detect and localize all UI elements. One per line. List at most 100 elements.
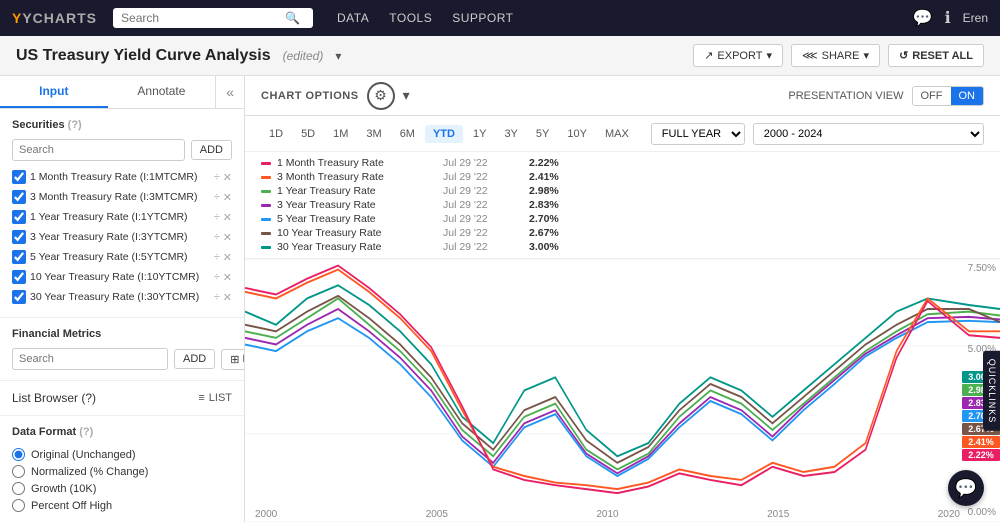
data-format-label-3: Percent Off High (31, 500, 112, 512)
title-dropdown-icon[interactable]: ▾ (335, 49, 341, 63)
security-divide-icon-2[interactable]: ÷ (214, 211, 220, 224)
nav-data[interactable]: DATA (337, 11, 369, 25)
security-remove-icon-0[interactable]: ✕ (223, 171, 232, 184)
security-divide-icon-3[interactable]: ÷ (214, 231, 220, 244)
security-item: 5 Year Treasury Rate (I:5YTCMR) ÷ ✕ (12, 247, 232, 267)
security-actions-5: ÷ ✕ (214, 271, 232, 284)
data-format-radio-2[interactable] (12, 482, 25, 495)
security-divide-icon-1[interactable]: ÷ (214, 191, 220, 204)
security-checkbox-1[interactable] (12, 190, 26, 204)
security-divide-icon-6[interactable]: ÷ (214, 291, 220, 304)
legend-date-5: Jul 29 '22 (443, 227, 523, 239)
top-nav: YYCHARTS 🔍 DATA TOOLS SUPPORT 💬 ℹ Eren (0, 0, 1000, 36)
legend-date-3: Jul 29 '22 (443, 199, 523, 211)
data-format-item-3[interactable]: Percent Off High (12, 497, 232, 514)
data-format-label-0: Original (Unchanged) (31, 449, 136, 461)
period-button-1y[interactable]: 1Y (465, 125, 494, 143)
full-year-select[interactable]: FULL YEAR (651, 123, 745, 145)
export-button[interactable]: ↗ EXPORT ▾ (693, 44, 783, 67)
chart-options-dropdown-icon[interactable]: ▾ (403, 87, 410, 104)
period-button-1d[interactable]: 1D (261, 125, 291, 143)
data-format-item-0[interactable]: Original (Unchanged) (12, 446, 232, 463)
securities-search-input[interactable] (12, 139, 185, 161)
data-format-help-icon[interactable]: (?) (79, 426, 93, 438)
chat-button[interactable]: 💬 (948, 470, 984, 506)
securities-search-row: ADD (12, 139, 232, 161)
security-checkbox-6[interactable] (12, 290, 26, 304)
legend-label-2: 1 Year Treasury Rate (277, 185, 437, 197)
security-remove-icon-1[interactable]: ✕ (223, 191, 232, 204)
legend-label-4: 5 Year Treasury Rate (277, 213, 437, 225)
period-button-1m[interactable]: 1M (325, 125, 356, 143)
legend-label-0: 1 Month Treasury Rate (277, 157, 437, 169)
reset-all-button[interactable]: ↺ RESET ALL (888, 44, 984, 67)
security-item: 3 Month Treasury Rate (I:3MTCMR) ÷ ✕ (12, 187, 232, 207)
security-divide-icon-4[interactable]: ÷ (214, 251, 220, 264)
toggle-off[interactable]: OFF (913, 87, 951, 105)
presentation-toggle[interactable]: OFF ON (912, 86, 985, 106)
security-divide-icon-5[interactable]: ÷ (214, 271, 220, 284)
data-format-radio-3[interactable] (12, 499, 25, 512)
period-button-max[interactable]: MAX (597, 125, 637, 143)
period-button-3m[interactable]: 3M (358, 125, 389, 143)
chart-area: 7.50% 5.00% 2.50% 0.00% 2000 2005 2010 2… (245, 259, 1000, 522)
message-icon[interactable]: 💬 (913, 8, 933, 28)
user-menu[interactable]: Eren (963, 11, 988, 25)
year-range-select[interactable]: 2000 - 2024 (753, 123, 984, 145)
share-button[interactable]: ⋘ SHARE ▾ (791, 44, 880, 67)
legend-list: 1 Month Treasury Rate Jul 29 '22 2.22% 3… (261, 156, 984, 254)
period-button-10y[interactable]: 10Y (559, 125, 595, 143)
security-checkbox-5[interactable] (12, 270, 26, 284)
share-icon: ⋘ (802, 49, 818, 62)
data-format-item-2[interactable]: Growth (10K) (12, 480, 232, 497)
security-remove-icon-3[interactable]: ✕ (223, 231, 232, 244)
search-input[interactable] (121, 11, 281, 25)
security-checkbox-2[interactable] (12, 210, 26, 224)
security-remove-icon-6[interactable]: ✕ (223, 291, 232, 304)
period-button-ytd[interactable]: YTD (425, 125, 463, 143)
nav-support[interactable]: SUPPORT (452, 11, 513, 25)
financial-search-input[interactable] (12, 348, 168, 370)
toggle-on[interactable]: ON (951, 87, 984, 105)
security-actions-4: ÷ ✕ (214, 251, 232, 264)
quicklinks-sidebar[interactable]: QUICKLINKS (983, 350, 1000, 431)
share-chevron-icon: ▾ (864, 49, 870, 62)
info-icon[interactable]: ℹ (945, 8, 951, 28)
search-bar[interactable]: 🔍 (113, 8, 313, 28)
period-button-5d[interactable]: 5D (293, 125, 323, 143)
security-remove-icon-5[interactable]: ✕ (223, 271, 232, 284)
securities-help-icon[interactable]: (?) (68, 119, 82, 131)
legend-item-2: 1 Year Treasury Rate Jul 29 '22 2.98% (261, 184, 984, 198)
tab-annotate[interactable]: Annotate (108, 76, 216, 108)
period-button-3y[interactable]: 3Y (496, 125, 525, 143)
security-actions-6: ÷ ✕ (214, 291, 232, 304)
nav-tools[interactable]: TOOLS (389, 11, 432, 25)
tab-input[interactable]: Input (0, 76, 108, 108)
data-format-section: Data Format (?) Original (Unchanged) Nor… (0, 416, 244, 522)
security-checkbox-4[interactable] (12, 250, 26, 264)
securities-add-button[interactable]: ADD (191, 140, 232, 160)
legend-value-0: 2.22% (529, 157, 559, 169)
legend-date-1: Jul 29 '22 (443, 171, 523, 183)
list-button[interactable]: ≡ LIST (198, 392, 232, 404)
browse-button[interactable]: ⊞ BROWSE (221, 349, 245, 370)
period-button-5y[interactable]: 5Y (528, 125, 557, 143)
data-format-radio-1[interactable] (12, 465, 25, 478)
financial-search-row: ADD ⊞ BROWSE (12, 348, 232, 370)
search-icon: 🔍 (285, 11, 300, 25)
data-format-item-1[interactable]: Normalized (% Change) (12, 463, 232, 480)
security-remove-icon-2[interactable]: ✕ (223, 211, 232, 224)
security-checkbox-3[interactable] (12, 230, 26, 244)
security-divide-icon-0[interactable]: ÷ (214, 171, 220, 184)
securities-list: 1 Month Treasury Rate (I:1MTCMR) ÷ ✕ 3 M… (12, 167, 232, 307)
financial-metrics-section: Financial Metrics ADD ⊞ BROWSE (0, 318, 244, 381)
period-button-6m[interactable]: 6M (392, 125, 423, 143)
security-remove-icon-4[interactable]: ✕ (223, 251, 232, 264)
collapse-panel-button[interactable]: « (215, 76, 244, 108)
list-help-icon[interactable]: (?) (81, 391, 96, 405)
data-format-radio-0[interactable] (12, 448, 25, 461)
chart-options-settings-button[interactable]: ⚙ (367, 82, 395, 110)
legend-label-5: 10 Year Treasury Rate (277, 227, 437, 239)
security-checkbox-0[interactable] (12, 170, 26, 184)
financial-add-button[interactable]: ADD (174, 349, 215, 369)
